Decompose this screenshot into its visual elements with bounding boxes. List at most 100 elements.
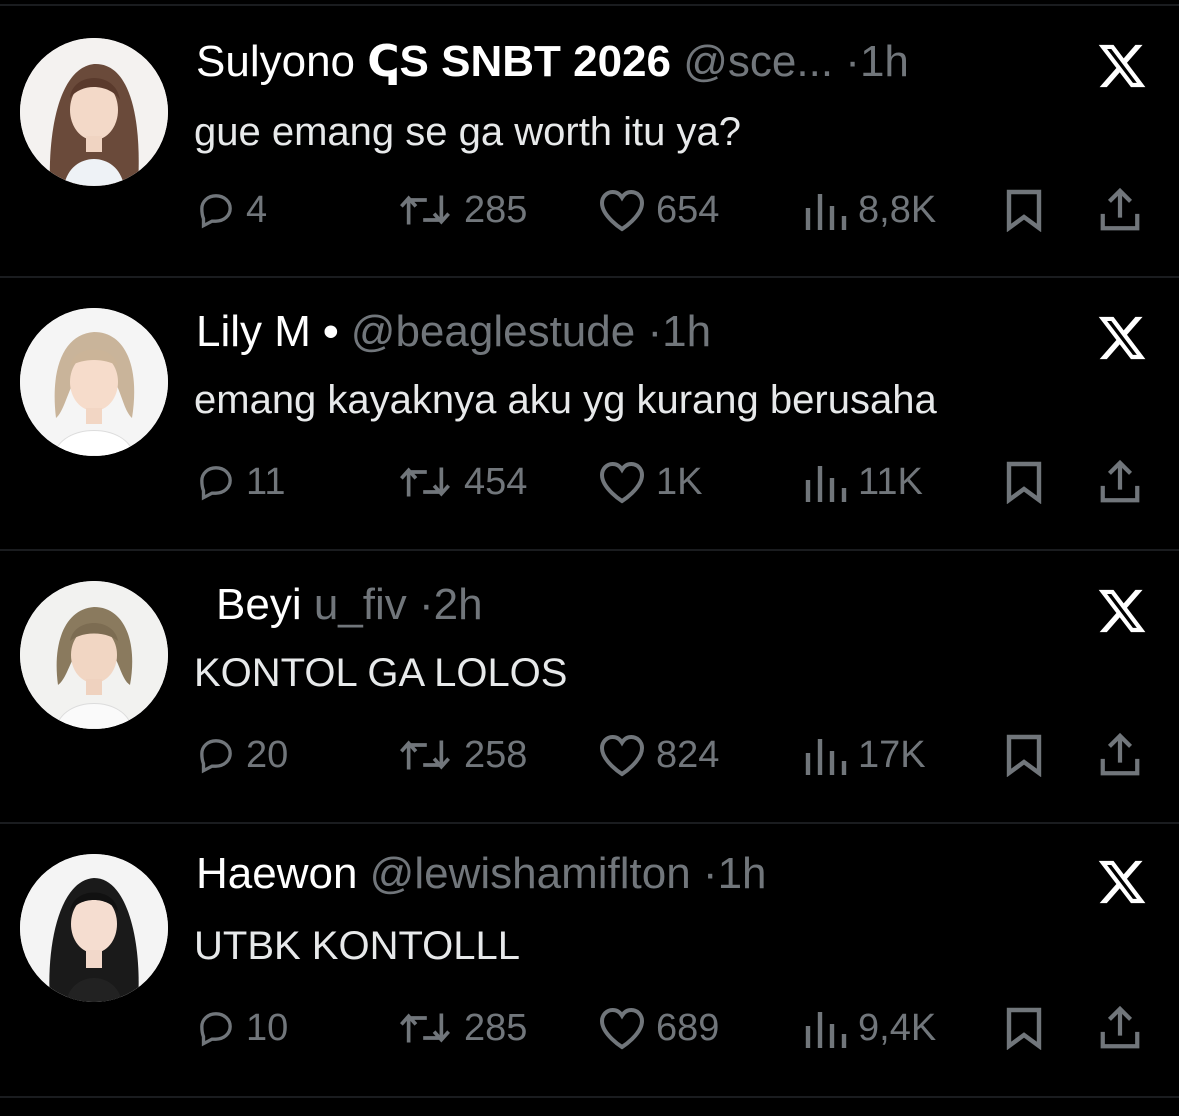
action-bar: 4 285 654 8,8K <box>0 184 1179 236</box>
x-logo-icon <box>1096 40 1148 92</box>
like-button[interactable]: 824 <box>598 729 719 781</box>
retweet-icon <box>400 740 450 770</box>
display-name[interactable]: Beyi <box>216 580 302 629</box>
tweet-text: KONTOL GA LOLOS <box>194 651 568 695</box>
timestamp[interactable]: 1h <box>718 849 767 898</box>
display-name[interactable]: Haewon <box>196 849 357 898</box>
tweet-header: Sulyono ↅS SNBT 2026 @sce... ·1h <box>196 36 909 88</box>
share-button[interactable] <box>1098 729 1142 781</box>
x-logo-icon <box>1096 585 1148 637</box>
reply-count: 11 <box>246 460 286 503</box>
separator-dot: · <box>419 580 434 629</box>
reply-count: 4 <box>246 188 268 231</box>
tweet-text: emang kayaknya aku yg kurang berusaha <box>194 378 937 422</box>
handle[interactable]: u_fiv <box>314 580 407 629</box>
share-button[interactable] <box>1098 184 1142 236</box>
tweet-feed: Sulyono ↅS SNBT 2026 @sce... ·1h gue ema… <box>0 0 1179 1116</box>
action-bar: 20 258 824 17K <box>0 729 1179 781</box>
retweet-button[interactable]: 285 <box>396 184 527 236</box>
share-icon <box>1100 459 1140 503</box>
views-count: 9,4K <box>858 1006 937 1049</box>
display-name-suffix: • <box>323 307 339 356</box>
share-icon <box>1100 1005 1140 1049</box>
separator-dot: · <box>845 37 860 86</box>
reply-icon <box>200 1012 232 1047</box>
retweet-count: 285 <box>464 1006 528 1049</box>
avatar[interactable] <box>20 308 168 456</box>
bookmark-icon <box>1006 734 1042 777</box>
avatar[interactable] <box>20 854 168 1002</box>
views-button[interactable]: 11K <box>804 456 923 508</box>
reply-icon <box>200 739 232 774</box>
views-icon <box>805 739 847 775</box>
retweet-count: 285 <box>464 188 528 231</box>
like-button[interactable]: 654 <box>598 184 719 236</box>
bookmark-button[interactable] <box>1002 456 1046 508</box>
tweet-card[interactable]: Sulyono ↅS SNBT 2026 @sce... ·1h gue ema… <box>0 6 1179 278</box>
views-icon <box>805 194 847 230</box>
bookmark-icon <box>1006 1007 1042 1050</box>
display-name[interactable]: Lily M <box>196 307 311 356</box>
like-button[interactable]: 1K <box>598 456 702 508</box>
bookmark-button[interactable] <box>1002 1002 1046 1054</box>
action-bar: 10 285 689 9,4K <box>0 1002 1179 1054</box>
reply-icon <box>200 466 232 501</box>
retweet-button[interactable]: 258 <box>396 729 527 781</box>
tweet-card[interactable]: Beyi u_fiv ·2h KONTOL GA LOLOS 20 258 82… <box>0 551 1179 823</box>
retweet-button[interactable]: 454 <box>396 456 527 508</box>
tweet-card[interactable]: Lily M • @beaglestude ·1h emang kayaknya… <box>0 278 1179 550</box>
retweet-button[interactable]: 285 <box>396 1002 527 1054</box>
views-count: 17K <box>858 733 926 776</box>
retweet-icon <box>400 467 450 497</box>
share-button[interactable] <box>1098 1002 1142 1054</box>
avatar[interactable] <box>20 38 168 186</box>
tweet-card[interactable]: Haewon @lewishamiflton ·1h UTBK KONTOLLL… <box>0 824 1179 1096</box>
bookmark-button[interactable] <box>1002 184 1046 236</box>
like-icon <box>599 1007 645 1050</box>
avatar[interactable] <box>20 581 168 729</box>
display-name-suffix: ↅS SNBT 2026 <box>367 37 671 86</box>
reply-button[interactable]: 11 <box>196 456 285 508</box>
bookmark-icon <box>1006 189 1042 232</box>
bookmark-icon <box>1006 461 1042 504</box>
tweet-text: UTBK KONTOLLL <box>194 924 521 968</box>
like-button[interactable]: 689 <box>598 1002 719 1054</box>
tweet-header: Beyi u_fiv ·2h <box>216 579 483 631</box>
separator-dot: · <box>647 307 663 356</box>
views-button[interactable]: 9,4K <box>804 1002 936 1054</box>
avatar-image <box>20 38 168 186</box>
avatar-image <box>20 854 168 1002</box>
share-icon <box>1100 187 1140 231</box>
tweet-header: Lily M • @beaglestude ·1h <box>196 306 711 358</box>
views-icon <box>805 1012 847 1048</box>
views-button[interactable]: 17K <box>804 729 926 781</box>
reply-button[interactable]: 20 <box>196 729 288 781</box>
views-button[interactable]: 8,8K <box>804 184 936 236</box>
like-count: 1K <box>656 460 703 503</box>
share-button[interactable] <box>1098 456 1142 508</box>
views-icon <box>805 466 847 502</box>
avatar-image <box>20 308 168 456</box>
x-logo-icon <box>1096 856 1148 908</box>
handle[interactable]: @lewishamiflton <box>370 849 691 898</box>
timestamp[interactable]: 1h <box>860 37 909 86</box>
reply-button[interactable]: 4 <box>196 184 267 236</box>
reply-button[interactable]: 10 <box>196 1002 288 1054</box>
display-name[interactable]: Sulyono <box>196 37 355 86</box>
timestamp[interactable]: 2h <box>434 580 483 629</box>
reply-count: 10 <box>246 1006 289 1049</box>
retweet-count: 258 <box>464 733 528 776</box>
separator-dot: · <box>702 849 718 898</box>
like-count: 689 <box>656 1006 720 1049</box>
bookmark-button[interactable] <box>1002 729 1046 781</box>
action-bar: 11 454 1K 11K <box>0 456 1179 508</box>
timestamp[interactable]: 1h <box>662 307 711 356</box>
divider <box>0 1096 1179 1098</box>
handle[interactable]: @beaglestude <box>351 307 635 356</box>
like-icon <box>599 461 645 504</box>
handle[interactable]: @sce... <box>683 37 833 86</box>
reply-count: 20 <box>246 733 289 776</box>
share-icon <box>1100 732 1140 776</box>
like-icon <box>599 189 645 232</box>
like-count: 654 <box>656 188 720 231</box>
